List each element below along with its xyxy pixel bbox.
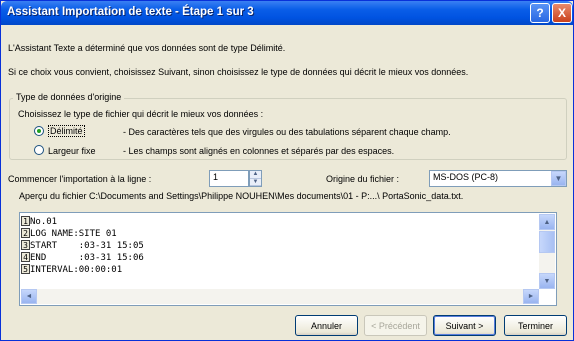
row-number: 5 [21,264,30,274]
row-number: 1 [21,216,30,226]
radio-delimited-label[interactable]: Délimité [48,125,85,137]
radio-fixed-width-description: - Les champs sont alignés en colonnes et… [123,146,395,156]
preview-row: 3 START :03-31 15:05 [21,240,144,251]
row-text: END :03-31 15:06 [30,253,144,263]
cancel-button[interactable]: Annuler [295,315,358,336]
origin-label: Origine du fichier : [326,174,400,184]
groupbox-title: Type de données d'origine [13,92,125,102]
chevron-down-icon[interactable]: ▼ [551,171,566,186]
intro-text-1: L'Assistant Texte a déterminé que vos do… [8,43,286,53]
start-row-spinner[interactable]: ▲ ▼ [249,170,262,187]
radio-fixed-width[interactable] [34,145,44,155]
spin-down-icon[interactable]: ▼ [250,179,261,186]
radio-delimited-text: Délimité [48,125,85,137]
horizontal-scrollbar[interactable]: ◄ ► [21,289,539,304]
scroll-up-icon[interactable]: ▲ [539,214,555,230]
row-text: LOG NAME:SITE 01 [30,229,117,239]
groupbox-subtitle: Choisissez le type de fichier qui décrit… [18,109,264,119]
row-text: No.01 [30,217,58,227]
vertical-scrollbar[interactable]: ▲ ▼ [539,214,555,289]
row-text: INTERVAL:00:00:01 [30,265,123,275]
next-button[interactable]: Suivant > [433,315,496,336]
row-text: START :03-31 15:05 [30,241,144,251]
radio-fixed-width-label[interactable]: Largeur fixe [48,146,96,156]
preview-row: 4 END :03-31 15:06 [21,252,144,263]
origin-select[interactable]: MS-DOS (PC-8) [429,170,567,187]
scroll-right-icon[interactable]: ► [523,289,539,304]
help-button[interactable]: ? [530,3,550,23]
finish-button[interactable]: Terminer [504,315,567,336]
scroll-down-icon[interactable]: ▼ [539,273,555,289]
preview-row: 2 LOG NAME:SITE 01 [21,228,117,239]
row-number: 3 [21,240,30,250]
row-number: 4 [21,252,30,262]
spin-up-icon[interactable]: ▲ [250,171,261,179]
file-preview[interactable]: 1 No.01 2 LOG NAME:SITE 01 3 START :03-31 1… [19,212,557,306]
intro-text-2: Si ce choix vous convient, choisissez Su… [8,67,469,77]
previous-button[interactable]: < Précédent [364,315,427,336]
scroll-thumb[interactable] [539,231,555,253]
start-row-label: Commencer l'importation à la ligne : [8,174,152,184]
import-wizard-dialog: Assistant Importation de texte - Étape 1… [0,0,574,341]
window-title: Assistant Importation de texte - Étape 1… [7,6,254,18]
radio-delimited-description: - Des caractères tels que des virgules o… [123,127,451,137]
row-number: 2 [21,228,30,238]
preview-row: 5 INTERVAL:00:00:01 [21,264,122,275]
start-row-input[interactable]: 1 [209,170,249,187]
close-button[interactable]: X [552,3,572,23]
preview-label: Aperçu du fichier C:\Documents and Setti… [19,191,464,201]
radio-delimited[interactable] [34,126,44,136]
preview-row: 1 No.01 [21,216,57,227]
title-bar[interactable]: Assistant Importation de texte - Étape 1… [1,1,573,25]
scroll-left-icon[interactable]: ◄ [21,289,37,304]
